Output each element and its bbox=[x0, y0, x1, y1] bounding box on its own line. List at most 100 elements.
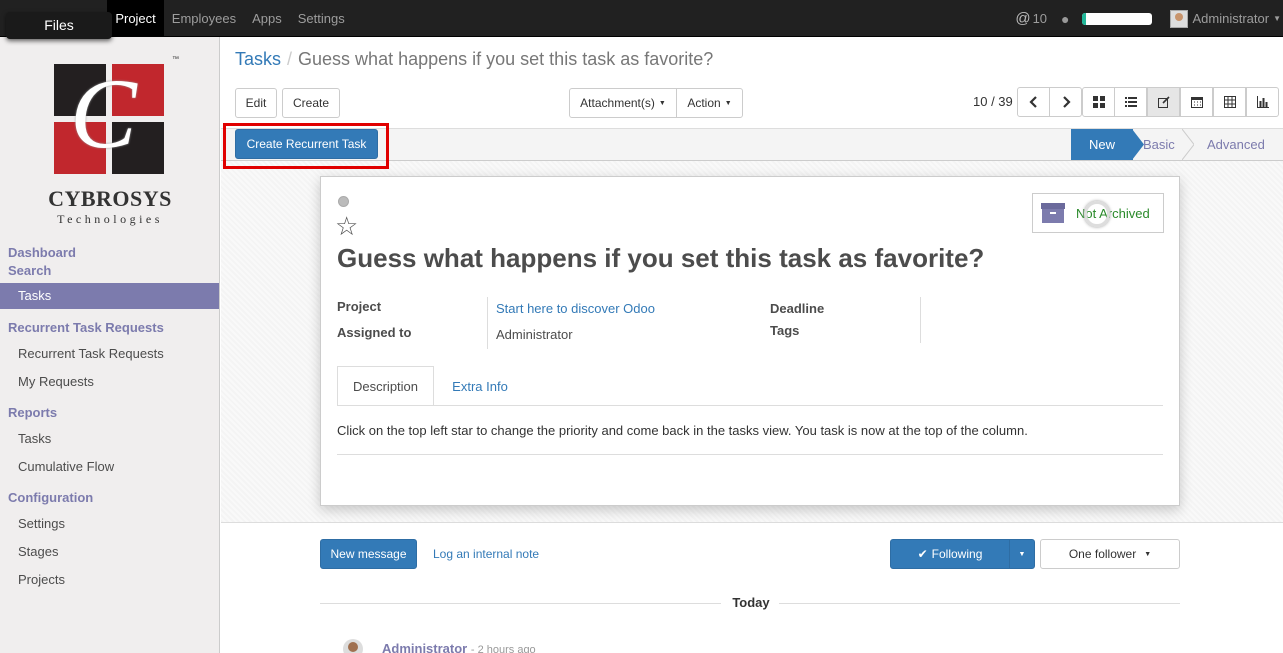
files-tooltip: Files bbox=[6, 12, 112, 39]
sidebar-section-configuration[interactable]: Configuration bbox=[8, 490, 93, 505]
sidebar-item-settings[interactable]: Settings bbox=[18, 516, 65, 531]
form-sheet: Not Archived ☆ Guess what happens if you… bbox=[320, 176, 1180, 506]
user-menu[interactable]: Administrator bbox=[1193, 11, 1270, 26]
sidebar: C ™ CYBROSYS Technologies Dashboard Sear… bbox=[0, 37, 220, 653]
task-title[interactable]: Guess what happens if you set this task … bbox=[337, 243, 984, 274]
author-avatar[interactable] bbox=[343, 639, 363, 653]
breadcrumb: Tasks / Guess what happens if you set this… bbox=[235, 49, 713, 70]
sidebar-section-dashboard[interactable]: Dashboard bbox=[8, 245, 76, 260]
field-divider bbox=[920, 297, 921, 343]
deadline-label: Deadline bbox=[770, 301, 825, 316]
calendar-icon bbox=[1190, 97, 1203, 108]
pager-previous-button[interactable] bbox=[1017, 87, 1050, 117]
list-view-button[interactable] bbox=[1114, 87, 1147, 117]
bar-chart-icon bbox=[1256, 96, 1269, 108]
attachments-label: Attachment(s) bbox=[580, 96, 655, 110]
project-link[interactable]: Start here to discover Odoo bbox=[496, 301, 655, 316]
followers-dropdown[interactable]: One follower ▼ bbox=[1040, 539, 1180, 569]
tab-description[interactable]: Description bbox=[337, 366, 434, 406]
stage-advanced[interactable]: Advanced bbox=[1207, 129, 1265, 160]
chevron-down-icon[interactable]: ▼ bbox=[1273, 14, 1281, 23]
following-label: Following bbox=[931, 547, 983, 561]
top-navbar: Contacts Project Employees Apps Settings… bbox=[0, 0, 1283, 37]
kanban-view-button[interactable] bbox=[1082, 87, 1115, 117]
caret-down-icon: ▼ bbox=[1018, 550, 1026, 558]
field-divider bbox=[487, 297, 488, 349]
calendar-view-button[interactable] bbox=[1180, 87, 1213, 117]
progress-bar bbox=[1081, 12, 1152, 25]
sidebar-section-recurrent[interactable]: Recurrent Task Requests bbox=[8, 320, 164, 335]
logo-subtitle: Technologies bbox=[57, 212, 163, 226]
sidebar-section-search[interactable]: Search bbox=[8, 263, 51, 278]
project-label: Project bbox=[337, 299, 382, 314]
sidebar-item-tasks[interactable]: Tasks bbox=[0, 283, 219, 309]
kanban-icon bbox=[1092, 96, 1105, 108]
graph-view-button[interactable] bbox=[1246, 87, 1279, 117]
action-dropdown[interactable]: Action ▼ bbox=[676, 88, 743, 118]
sidebar-item-recurrent-requests[interactable]: Recurrent Task Requests bbox=[18, 346, 164, 361]
tab-extra-info[interactable]: Extra Info bbox=[437, 366, 523, 406]
archive-toggle-button[interactable]: Not Archived bbox=[1032, 193, 1164, 233]
chat-icon[interactable]: ● bbox=[1061, 11, 1069, 27]
breadcrumb-separator: / bbox=[287, 49, 293, 69]
create-button[interactable]: Create bbox=[282, 88, 340, 118]
loading-spinner-icon bbox=[1084, 201, 1110, 227]
chevron-left-icon bbox=[1028, 96, 1037, 108]
logo-mark: C bbox=[70, 58, 137, 169]
stage-basic[interactable]: Basic bbox=[1143, 129, 1175, 160]
sidebar-item-report-tasks[interactable]: Tasks bbox=[18, 431, 51, 446]
check-icon: ✔ bbox=[917, 547, 928, 561]
assigned-value[interactable]: Administrator bbox=[496, 327, 573, 342]
task-description[interactable]: Click on the top left star to change the… bbox=[337, 423, 1028, 438]
star-icon[interactable]: ☆ bbox=[335, 213, 358, 239]
progress-fill bbox=[1081, 12, 1086, 25]
sidebar-section-reports[interactable]: Reports bbox=[8, 405, 57, 420]
highlight-box bbox=[223, 123, 389, 169]
sidebar-item-stages[interactable]: Stages bbox=[18, 544, 58, 559]
pager-next-button[interactable] bbox=[1049, 87, 1082, 117]
assigned-label: Assigned to bbox=[337, 325, 412, 340]
caret-down-icon: ▼ bbox=[1144, 550, 1152, 558]
action-label: Action bbox=[687, 96, 721, 110]
chevron-right-icon bbox=[1062, 96, 1071, 108]
archive-icon bbox=[1041, 203, 1065, 223]
company-logo: C ™ CYBROSYS Technologies bbox=[40, 56, 180, 232]
sidebar-item-projects[interactable]: Projects bbox=[18, 572, 65, 587]
today-label: Today bbox=[732, 595, 770, 610]
author-name[interactable]: Administrator bbox=[382, 641, 467, 653]
log-note-link[interactable]: Log an internal note bbox=[433, 547, 539, 561]
attachments-dropdown[interactable]: Attachment(s) ▼ bbox=[569, 88, 677, 118]
notification-count[interactable]: 10 bbox=[1033, 11, 1047, 26]
list-icon bbox=[1124, 97, 1137, 107]
tab-underline bbox=[337, 405, 1163, 406]
stage-separator bbox=[1182, 129, 1194, 160]
description-divider bbox=[337, 454, 1163, 455]
menu-settings[interactable]: Settings bbox=[290, 0, 353, 37]
today-separator-left bbox=[320, 603, 721, 604]
pager-value[interactable]: 10 / 39 bbox=[973, 94, 1013, 109]
edit-button[interactable]: Edit bbox=[235, 88, 277, 118]
mention-icon[interactable]: @ bbox=[1015, 10, 1030, 27]
menu-project[interactable]: Project bbox=[107, 0, 164, 37]
breadcrumb-current: Guess what happens if you set this task … bbox=[298, 49, 714, 69]
following-dropdown-button[interactable]: ▼ bbox=[1009, 539, 1035, 569]
breadcrumb-tasks[interactable]: Tasks bbox=[235, 49, 281, 69]
message-time: - 2 hours ago bbox=[470, 644, 536, 653]
sidebar-item-cumulative-flow[interactable]: Cumulative Flow bbox=[18, 459, 114, 474]
sidebar-item-my-requests[interactable]: My Requests bbox=[18, 374, 94, 389]
message-author: Administrator - 2 hours ago bbox=[382, 641, 536, 653]
stage-new[interactable]: New bbox=[1071, 129, 1133, 160]
menu-apps[interactable]: Apps bbox=[244, 0, 290, 37]
following-button[interactable]: ✔ Following bbox=[890, 539, 1010, 569]
kanban-state-icon[interactable] bbox=[338, 196, 349, 207]
tags-label: Tags bbox=[770, 323, 800, 338]
menu-employees[interactable]: Employees bbox=[164, 0, 244, 37]
today-separator-right bbox=[779, 603, 1180, 604]
form-view-button[interactable] bbox=[1147, 87, 1180, 117]
caret-down-icon: ▼ bbox=[658, 99, 666, 107]
table-icon bbox=[1223, 96, 1236, 108]
topbar-right: @ 10 ● Administrator ▼ bbox=[1015, 0, 1283, 37]
new-message-button[interactable]: New message bbox=[320, 539, 417, 569]
user-avatar[interactable] bbox=[1169, 9, 1188, 28]
pivot-view-button[interactable] bbox=[1213, 87, 1246, 117]
